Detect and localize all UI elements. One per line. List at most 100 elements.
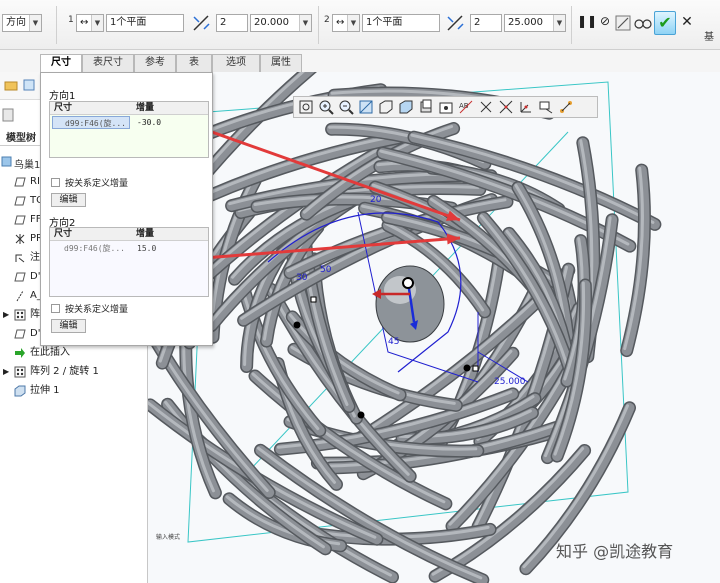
direction2-reference-value: 1个平面 bbox=[366, 17, 403, 28]
axis-display-icon[interactable] bbox=[478, 99, 494, 115]
increment-dimension-icon[interactable] bbox=[190, 12, 214, 34]
direction1-count-value: 2 bbox=[220, 17, 227, 28]
corner-note: 输入模式 bbox=[156, 534, 181, 541]
direction2-reference-field[interactable]: 1个平面 bbox=[362, 14, 440, 32]
direction1-index: 1 bbox=[68, 15, 74, 25]
folder-icon[interactable] bbox=[4, 78, 18, 92]
tree-item-label: RI bbox=[30, 176, 40, 187]
model-tree-title: 模型树 bbox=[6, 133, 36, 144]
tree-root-part[interactable]: 鸟巢1 bbox=[14, 156, 40, 171]
pattern-type-select[interactable]: 方向 ▼ bbox=[2, 14, 42, 32]
tab-properties[interactable]: 属性 bbox=[260, 54, 302, 72]
table-row[interactable]: d99:F46(旋... -30.0 bbox=[50, 116, 208, 129]
increment-cell[interactable]: -30.0 bbox=[134, 116, 206, 129]
tree-item-label: D' bbox=[30, 328, 41, 339]
increment-cell[interactable]: 15.0 bbox=[134, 242, 206, 255]
direction2-increment-value: 25.000 bbox=[508, 17, 543, 28]
dimensions-panel: 方向1 尺寸 增量 d99:F46(旋... -30.0 按关系定义增量 编辑 … bbox=[40, 72, 213, 346]
perspective-icon[interactable] bbox=[438, 99, 454, 115]
bird-nest-model[interactable]: 30 50 25.000 45 20 bbox=[148, 72, 720, 583]
direction2-flip-select[interactable]: ↔ ▼ bbox=[332, 14, 360, 32]
tree-item-label: 注 bbox=[30, 252, 40, 263]
preview-geometry-icon[interactable] bbox=[614, 13, 632, 33]
spin-center-icon[interactable] bbox=[558, 99, 574, 115]
pattern-icon bbox=[14, 309, 26, 321]
glasses-icon[interactable] bbox=[634, 15, 652, 31]
tab-table-dimensions[interactable]: 表尺寸 bbox=[82, 54, 134, 72]
direction2-index: 2 bbox=[324, 15, 330, 25]
no-preview-icon[interactable]: ⊘ bbox=[597, 14, 613, 32]
annotation-icon bbox=[15, 254, 25, 263]
chevron-down-icon: ▼ bbox=[553, 15, 565, 31]
table-header: 尺寸 增量 bbox=[50, 228, 208, 241]
double-arrow-icon: ↔ bbox=[80, 17, 89, 28]
point-display-icon[interactable] bbox=[498, 99, 514, 115]
datum-axis-icon bbox=[16, 290, 24, 302]
tab-references[interactable]: 参考 bbox=[134, 54, 176, 72]
view-manager-icon[interactable] bbox=[418, 99, 434, 115]
layer-icon[interactable] bbox=[22, 78, 36, 92]
zoom-in-icon[interactable] bbox=[318, 99, 334, 115]
dimension-cell[interactable]: d99:F46(旋... bbox=[52, 116, 130, 129]
expand-arrow-icon[interactable]: ▶ bbox=[3, 363, 9, 381]
toolbar-overflow-label[interactable]: 基 bbox=[704, 28, 714, 43]
pause-icon[interactable]: ❚❚ bbox=[577, 14, 597, 32]
table-header: 尺寸 增量 bbox=[50, 102, 208, 115]
tree-item-insert-here[interactable]: 在此插入 bbox=[0, 344, 148, 362]
tab-options[interactable]: 选项 bbox=[212, 54, 260, 72]
graphics-viewport[interactable]: 30 50 25.000 45 20 AB bbox=[148, 72, 720, 583]
relation-increment-label-2: 按关系定义增量 bbox=[65, 305, 129, 315]
chevron-down-icon: ▼ bbox=[347, 15, 359, 31]
column-header-dimension: 尺寸 bbox=[54, 103, 73, 113]
dimension-label: 50 bbox=[320, 265, 332, 275]
direction1-count-field[interactable]: 2 bbox=[216, 14, 248, 32]
table-row[interactable]: d99:F46(旋... 15.0 bbox=[50, 242, 208, 255]
pattern-dashboard-toolbar: 方向 ▼ 1 ↔ ▼ 1个平面 2 20.000 ▼ 2 ↔ ▼ 1个平面 2 … bbox=[0, 0, 720, 50]
pattern-member-square bbox=[472, 365, 479, 372]
increment-dimension-icon[interactable] bbox=[444, 12, 468, 34]
dimension-cell[interactable]: d99:F46(旋... bbox=[52, 242, 130, 255]
direction2-count-field[interactable]: 2 bbox=[470, 14, 502, 32]
separator bbox=[571, 6, 572, 44]
tree-item-label: D' bbox=[30, 271, 41, 282]
expand-arrow-icon[interactable]: ▶ bbox=[3, 306, 9, 324]
tree-item-pattern-2[interactable]: ▶ 阵列 2 / 旋转 1 bbox=[0, 363, 148, 381]
cancel-close-icon[interactable]: ✕ bbox=[680, 14, 694, 32]
pattern-member-dot bbox=[293, 321, 301, 329]
display-style-icon[interactable] bbox=[378, 99, 394, 115]
datum-display-icon[interactable]: AB bbox=[458, 99, 474, 115]
tab-tables[interactable]: 表 bbox=[176, 54, 212, 72]
direction1-increment-field[interactable]: 20.000 ▼ bbox=[250, 14, 312, 32]
view-toolbar: AB bbox=[293, 96, 598, 118]
dimension-label: 25.000 bbox=[494, 377, 526, 387]
tree-item-extrude[interactable]: 拉伸 1 bbox=[0, 382, 148, 400]
direction2-count-value: 2 bbox=[474, 17, 481, 28]
csys-display-icon[interactable] bbox=[518, 99, 534, 115]
dimension-label: 20 bbox=[370, 195, 382, 205]
edit-button-2[interactable]: 编辑 bbox=[51, 319, 86, 333]
edit-button-1[interactable]: 编辑 bbox=[51, 193, 86, 207]
refit-icon[interactable] bbox=[298, 99, 314, 115]
pattern-icon bbox=[14, 366, 26, 378]
separator bbox=[56, 6, 57, 44]
pattern-type-value: 方向 bbox=[6, 17, 26, 28]
direction1-reference-field[interactable]: 1个平面 bbox=[106, 14, 184, 32]
relation-increment-checkbox-1[interactable] bbox=[51, 178, 60, 187]
direction2-increment-field[interactable]: 25.000 ▼ bbox=[504, 14, 566, 32]
pattern-member-dot bbox=[463, 364, 471, 372]
direction1-reference-value: 1个平面 bbox=[110, 17, 147, 28]
direction1-title: 方向1 bbox=[49, 91, 76, 102]
saved-views-icon[interactable] bbox=[398, 99, 414, 115]
zoom-out-icon[interactable] bbox=[338, 99, 354, 115]
annotation-display-icon[interactable] bbox=[538, 99, 554, 115]
direction1-dimension-table[interactable]: 尺寸 增量 d99:F46(旋... -30.0 bbox=[49, 101, 209, 158]
confirm-check-button[interactable]: ✔ bbox=[654, 11, 676, 35]
direction2-dimension-table[interactable]: 尺寸 增量 d99:F46(旋... 15.0 bbox=[49, 227, 209, 297]
chevron-down-icon: ▼ bbox=[299, 15, 311, 31]
tab-dimensions[interactable]: 尺寸 bbox=[40, 54, 82, 73]
tree-settings-icon[interactable] bbox=[2, 108, 14, 122]
direction1-flip-select[interactable]: ↔ ▼ bbox=[76, 14, 104, 32]
datum-plane-icon bbox=[14, 177, 26, 187]
repaint-icon[interactable] bbox=[358, 99, 374, 115]
relation-increment-checkbox-2[interactable] bbox=[51, 304, 60, 313]
